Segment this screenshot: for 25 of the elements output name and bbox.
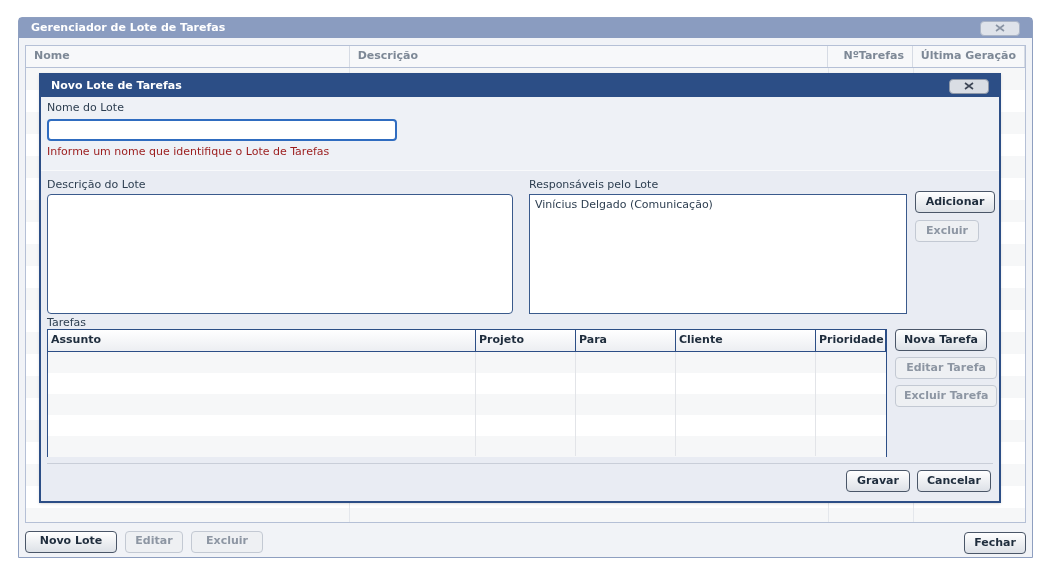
description-text-area[interactable] — [47, 193, 513, 314]
action-button[interactable]: Novo Lote — [25, 530, 117, 553]
field-label: Nome do Lote — [47, 100, 125, 116]
field-label: Responsáveis pelo Lote — [529, 177, 660, 193]
dialog-title: Novo Lote de Tarefas — [51, 77, 182, 94]
window-title: Gerenciador de Lote de Tarefas — [31, 19, 226, 36]
action-button[interactable]: Fechar — [964, 532, 1026, 555]
responsaveis-list[interactable]: Vinícius Delgado (Comunicação) — [529, 193, 907, 314]
column-header[interactable]: Para — [576, 330, 676, 351]
action-button[interactable]: Nova Tarefa — [895, 329, 987, 351]
action-button[interactable]: Adicionar — [915, 191, 995, 213]
action-button[interactable]: Cancelar — [917, 470, 991, 492]
validation-message: Informe um nome que identifique o Lote de Tarefas — [47, 144, 331, 160]
field-label: Tarefas — [47, 317, 88, 329]
column-header[interactable]: Cliente — [676, 330, 816, 351]
name-input-field[interactable] — [47, 119, 397, 141]
field-label: Descrição do Lote — [47, 177, 147, 193]
action-button[interactable]: Gravar — [846, 470, 910, 492]
close-icon — [964, 82, 974, 90]
column-header[interactable]: Projeto — [476, 330, 576, 351]
close-icon — [995, 24, 1005, 32]
close-button[interactable] — [949, 78, 989, 94]
list-item[interactable]: Vinícius Delgado (Comunicação) — [535, 196, 901, 213]
column-header[interactable]: Prioridade — [816, 330, 886, 351]
column-header[interactable]: Assunto — [48, 330, 476, 351]
